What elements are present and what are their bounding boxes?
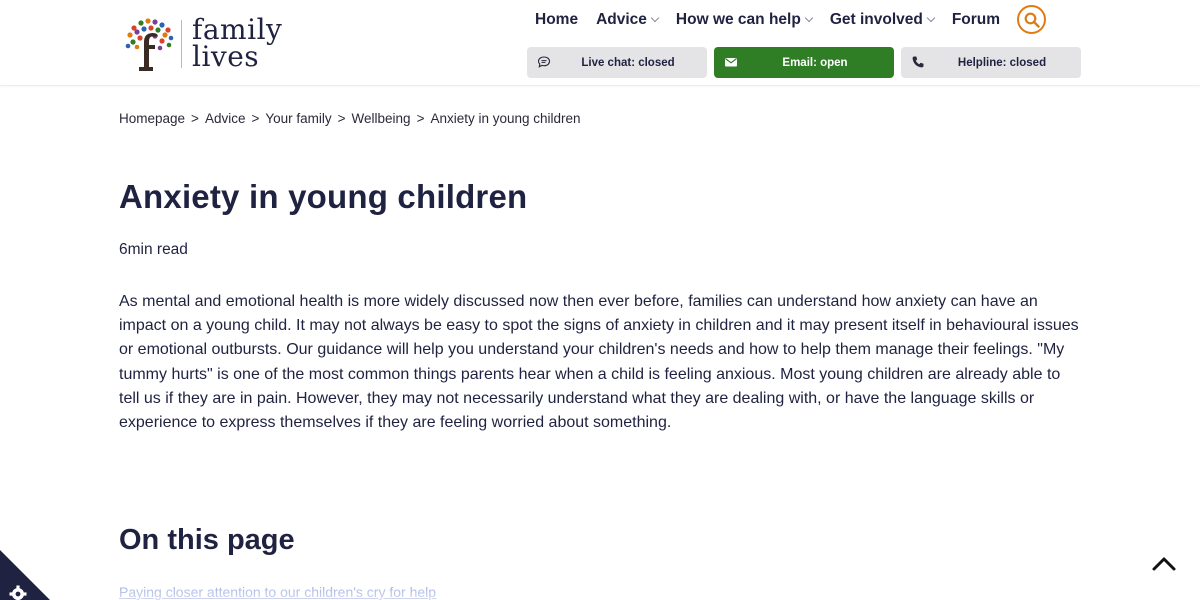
chat-bubble-icon (537, 56, 551, 68)
logo-divider (181, 20, 182, 68)
main-nav: Home Advice How we can help Get involved… (535, 9, 1018, 31)
breadcrumb-separator: > (416, 111, 425, 126)
toc-link[interactable]: Paying closer attention to our children'… (119, 584, 436, 600)
breadcrumb-your-family[interactable]: Your family (265, 111, 331, 126)
logo-wordmark: family lives (192, 13, 283, 73)
helpline-button[interactable]: Helpline: closed (901, 47, 1081, 78)
chevron-down-icon (926, 13, 936, 23)
envelope-icon (725, 58, 737, 67)
breadcrumb-advice[interactable]: Advice (205, 111, 246, 126)
breadcrumb-separator: > (191, 111, 199, 126)
breadcrumb-current: Anxiety in young children (430, 111, 581, 126)
breadcrumb-separator: > (337, 111, 346, 126)
live-chat-label: Live chat: closed (581, 56, 675, 69)
nav-home-label: Home (535, 11, 579, 28)
nav-get-involved[interactable]: Get involved (829, 11, 936, 29)
nav-forum-label: Forum (951, 11, 1001, 28)
nav-forum[interactable]: Forum (952, 11, 1000, 29)
nav-advice[interactable]: Advice (596, 11, 660, 29)
chevron-down-icon (650, 13, 660, 23)
search-icon (1024, 12, 1040, 28)
search-button[interactable] (1017, 5, 1046, 34)
logo-line-2: lives (192, 40, 260, 73)
breadcrumb-wellbeing[interactable]: Wellbeing (352, 111, 411, 126)
nav-home[interactable]: Home (535, 11, 578, 29)
site-logo[interactable]: family lives (124, 16, 294, 72)
nav-get-involved-label: Get involved (829, 11, 923, 28)
breadcrumb: Homepage > Advice > Your family > Wellbe… (119, 111, 581, 126)
read-time: 6min read (119, 241, 188, 258)
intro-paragraph: As mental and emotional health is more w… (119, 293, 1079, 432)
on-this-page-heading: On this page (119, 524, 295, 556)
tree-logo-icon (125, 18, 174, 71)
email-button[interactable]: Email: open (714, 47, 894, 78)
page-title: Anxiety in young children (119, 178, 528, 215)
nav-how-we-can-help[interactable]: How we can help (675, 11, 814, 29)
phone-icon (912, 56, 924, 68)
cookie-settings-icon[interactable] (0, 548, 54, 600)
chevron-down-icon (804, 13, 814, 23)
email-label: Email: open (782, 56, 848, 69)
logo-line-1: family (192, 13, 283, 46)
site-header: family lives Home Advice How we can help… (0, 0, 1200, 86)
nav-advice-label: Advice (596, 11, 647, 28)
breadcrumb-separator: > (251, 111, 260, 126)
chevron-up-icon[interactable] (1150, 553, 1178, 575)
helpline-label: Helpline: closed (957, 56, 1047, 69)
breadcrumb-homepage[interactable]: Homepage (119, 111, 185, 126)
live-chat-button[interactable]: Live chat: closed (527, 47, 707, 78)
nav-how-we-can-help-label: How we can help (675, 11, 801, 28)
